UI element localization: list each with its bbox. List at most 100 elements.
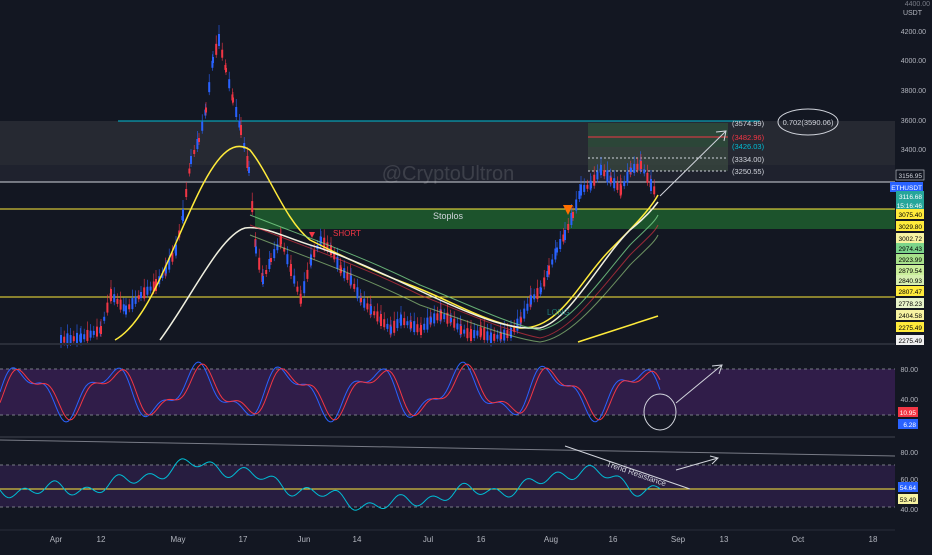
candle-body — [100, 326, 102, 334]
candle-body — [572, 212, 574, 218]
candle-body — [125, 305, 127, 315]
candle-body — [110, 289, 112, 301]
candle-body — [520, 317, 522, 323]
candle-body — [526, 303, 529, 311]
fib-zone-top — [588, 123, 728, 147]
candle-body — [366, 303, 369, 310]
price-tag-label: 2275.49 — [899, 325, 923, 332]
candle-body — [212, 57, 214, 63]
candle-body — [128, 304, 131, 310]
candle-body — [640, 161, 642, 169]
candle-body — [134, 296, 137, 304]
candle-body — [251, 201, 254, 213]
candle-body — [208, 82, 211, 93]
candle-body — [393, 320, 396, 333]
candle-body — [356, 287, 359, 299]
price-tag-label: 3116.68 — [899, 194, 922, 201]
candle-body — [406, 321, 409, 326]
candle-body — [413, 321, 416, 333]
candle-body — [310, 254, 312, 266]
candle-body — [410, 322, 412, 328]
candle-body — [540, 288, 542, 292]
candle-body — [616, 182, 619, 190]
candle-body — [96, 326, 98, 337]
price-tick-3800: 3800.00 — [901, 88, 926, 95]
price-tag-label: 2807.47 — [899, 289, 923, 296]
candle-body — [610, 177, 612, 183]
candle-body — [370, 306, 372, 314]
candle-body — [353, 283, 356, 289]
candle-body — [185, 189, 188, 197]
candle-body — [113, 294, 116, 303]
candle-body — [290, 264, 292, 276]
candle-body — [483, 327, 486, 340]
price-axis[interactable]: 4400.00 USDT 4200.00 4000.00 3800.00 360… — [890, 0, 932, 550]
time-tick-label: Oct — [792, 535, 805, 544]
candle-body — [456, 323, 459, 330]
candle-body — [103, 316, 106, 321]
candle-body — [218, 34, 220, 46]
rsi-band — [0, 465, 895, 507]
candle-body — [293, 275, 296, 284]
price-tick-4000: 4000.00 — [901, 58, 926, 65]
candle-body — [193, 150, 196, 154]
candle-body — [300, 296, 302, 304]
candle-body — [63, 336, 66, 343]
candle-body — [443, 314, 446, 320]
candle-body — [453, 318, 456, 328]
time-tick-label: 16 — [609, 535, 618, 544]
watermark: @CryptoUltron — [382, 163, 515, 185]
candle-body — [575, 199, 578, 211]
fib-label-1: (3574.99) — [732, 119, 765, 128]
candle-body — [536, 288, 539, 300]
price-tag-label: 2275.49 — [899, 338, 923, 345]
stoploss-zone — [255, 209, 895, 229]
candle-body — [400, 314, 402, 326]
candle-body — [590, 182, 592, 188]
price-top-label: 4400.00 — [905, 1, 930, 8]
candle-body — [205, 107, 207, 113]
candle-body — [248, 167, 250, 173]
fib-label-2: (3482.96) — [732, 133, 765, 142]
candle-body — [149, 286, 152, 291]
candle-body — [106, 302, 109, 313]
candle-body — [360, 298, 362, 302]
candle-body — [596, 171, 599, 180]
quote-label: USDT — [903, 10, 923, 17]
candle-body — [603, 170, 606, 177]
candle-body — [390, 326, 392, 334]
time-tick-label: 17 — [239, 535, 248, 544]
candle-body — [373, 311, 376, 316]
candle-body — [633, 163, 636, 173]
candle-body — [436, 313, 439, 321]
candle-body — [396, 319, 399, 329]
candle-body — [343, 268, 346, 279]
stoch-tag-label: 10.95 — [900, 410, 917, 417]
candle-body — [636, 163, 639, 170]
price-tag-label: 2404.58 — [899, 313, 923, 320]
candle-body — [593, 174, 596, 186]
time-tick-label: Jul — [423, 535, 433, 544]
price-tick-3400: 3400.00 — [901, 147, 926, 154]
candle-body — [131, 298, 134, 310]
candle-body — [232, 97, 234, 103]
candle-body — [89, 330, 92, 338]
candle-body — [246, 156, 249, 168]
price-tag-label: 2923.99 — [899, 257, 923, 264]
time-tick-label: Apr — [50, 535, 63, 544]
candle-body — [376, 311, 379, 322]
candle-body — [567, 224, 570, 230]
candle-body — [460, 326, 462, 334]
price-tag-label: 2840.93 — [899, 278, 923, 285]
candle-body — [420, 325, 422, 335]
time-tick-label: 18 — [869, 535, 878, 544]
time-tick-label: 13 — [720, 535, 729, 544]
candle-body — [386, 323, 389, 329]
candle-body — [430, 317, 432, 323]
short-label: SHORT — [333, 229, 361, 238]
price-tag-label: 3029.80 — [899, 224, 923, 231]
fib-zone-mid — [588, 147, 728, 171]
candle-body — [296, 286, 299, 292]
candle-body — [346, 272, 349, 280]
candle-body — [470, 329, 472, 341]
